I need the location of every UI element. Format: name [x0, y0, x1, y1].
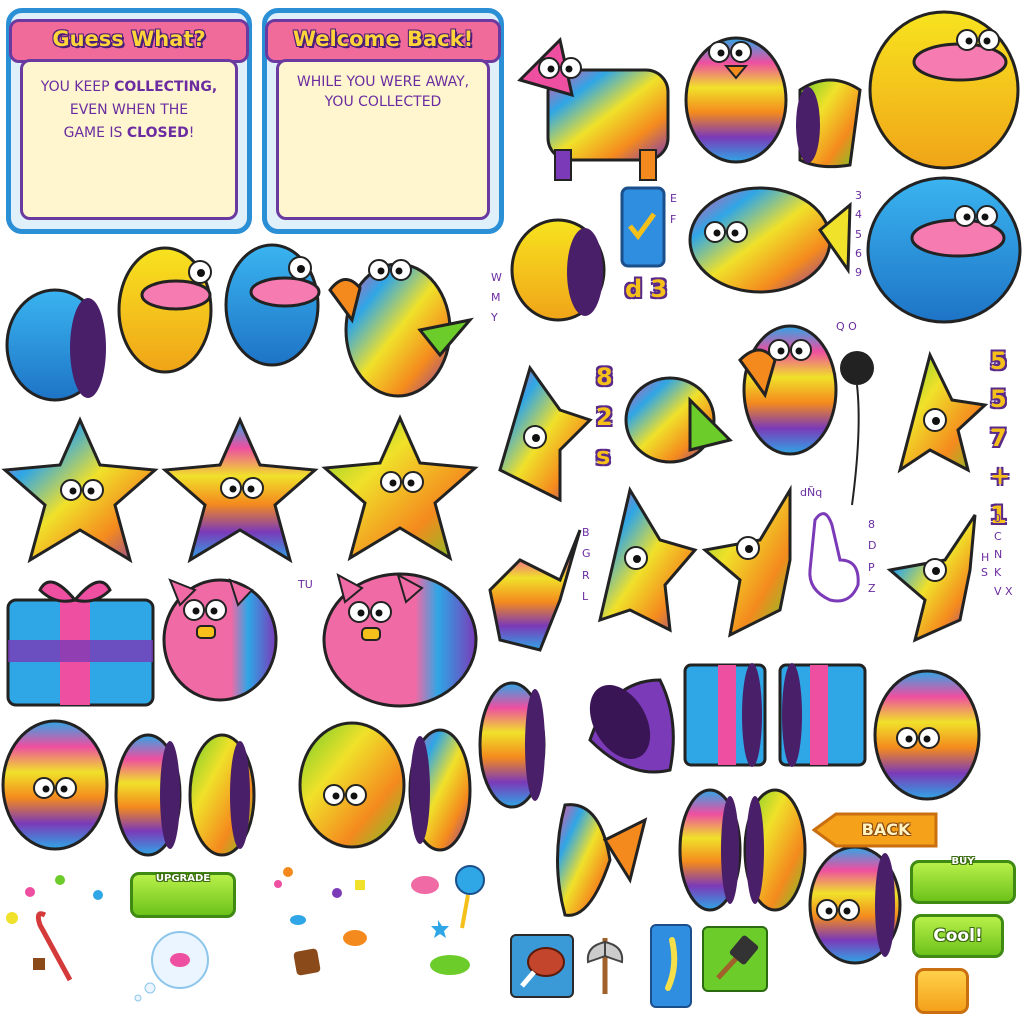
check-card-sprite	[620, 186, 666, 268]
back-button[interactable]: BACK	[812, 812, 940, 848]
parrot-beak-pinata-sprite	[738, 324, 838, 456]
hammer-icon	[716, 935, 759, 980]
glyph-qo: Q O	[836, 320, 857, 333]
glyph-col-bgrl: BGRL	[582, 526, 591, 604]
blue-egg-half-sprite	[478, 681, 546, 809]
candy-scatter-left	[6, 875, 103, 982]
star-half-blue-sprite	[488, 529, 582, 652]
buy-button[interactable]: BUY	[910, 856, 1016, 904]
star-pinata-pink-sprite	[1, 416, 159, 564]
blue-blob-half-pinata-sprite	[224, 243, 321, 367]
buy-button-label: BUY	[951, 856, 975, 867]
meat-tile[interactable]	[510, 934, 574, 998]
yellow-blob-pinata-sprite	[868, 10, 1020, 170]
star-pinata-orange-sprite	[161, 416, 319, 564]
star-half-green-sprite	[897, 350, 989, 474]
star-pinata-green-sprite	[321, 414, 479, 562]
blue-half-pinata-sprite	[5, 288, 106, 402]
pig-pinata-sprite	[322, 572, 478, 708]
lightning-icon	[665, 937, 678, 991]
glyph-tu: TU	[298, 578, 313, 591]
glyph-col-ef: EF	[670, 192, 677, 227]
cool-button[interactable]: Cool!	[912, 914, 1004, 958]
candy-bubble-sprite	[134, 931, 209, 1002]
bird-pinata-green-sprite	[624, 376, 733, 464]
egg-half-green-sprite	[188, 733, 256, 857]
glyph-col-34569: 34569	[855, 189, 862, 279]
gift-box-pinata-sprite	[6, 580, 155, 707]
egg-pinata-green-sprite	[298, 721, 406, 849]
axe-icon	[580, 932, 630, 998]
glyph-col-0cnkvx: 0CNKV X	[994, 512, 1013, 598]
egg-pinata-pink-sprite	[873, 669, 981, 801]
upgrade-button[interactable]: UPGRADE	[130, 872, 236, 918]
blue-blob-pinata-sprite	[866, 176, 1022, 324]
candy-scatter-middle	[274, 867, 367, 976]
star-half-pink-sprite	[498, 364, 593, 503]
pig-pinata-half-sprite	[162, 578, 278, 702]
glyph-dnq: dÑq	[800, 486, 823, 499]
star-half-yellow-sprite	[597, 486, 698, 633]
blue-bird-pinata-sprite	[684, 36, 788, 164]
meat-icon	[520, 947, 565, 988]
glyph-col-82s: 82s	[596, 363, 613, 471]
fish-half-sprite	[556, 803, 648, 917]
lightning-card[interactable]	[650, 924, 692, 1008]
llama-pinata-sprite	[517, 36, 670, 181]
star-half-rainbow-sprite	[886, 514, 977, 643]
star-half-green-2-sprite	[701, 484, 792, 638]
glyph-col-8dpz: 8DPZ	[868, 518, 877, 596]
glyph-col-wmy: WMY	[491, 271, 502, 324]
egg-pinata-orange-sprite	[1, 719, 109, 851]
hammer-tile[interactable]	[702, 926, 768, 992]
bomb-balloon-sprite	[840, 351, 874, 506]
blue-bird-half-sprite	[808, 845, 902, 965]
upgrade-button-label: UPGRADE	[155, 873, 211, 884]
fish-pinata-sprite	[688, 186, 852, 294]
parrot-pinata-sprite	[328, 259, 474, 398]
cool-button-label: Cool!	[933, 926, 983, 946]
egg-half-green-2-sprite	[743, 788, 807, 912]
egg-half-pink-sprite	[408, 728, 472, 852]
glyph-big-d3: d 3	[625, 275, 668, 303]
bird-half-pinata-sprite	[796, 78, 862, 169]
gift-box-open-sprite	[683, 663, 867, 767]
blank-orange-button[interactable]	[915, 968, 969, 1014]
glyph-col-hs: HS	[981, 551, 990, 580]
egg-half-orange-sprite	[114, 733, 182, 857]
pointing-hand-sprite	[808, 512, 860, 603]
purple-shell-sprite	[588, 678, 675, 774]
lollipop-sprite	[411, 865, 485, 975]
egg-half-yellow-sprite	[678, 788, 742, 912]
glyph-col-5575: 5 5 7 +1	[990, 347, 1011, 529]
yellow-shell-half-sprite	[510, 218, 606, 322]
back-button-label: BACK	[861, 820, 911, 839]
yellow-half-pinata-sprite	[117, 246, 213, 374]
sprite-sheet	[1, 10, 1022, 1002]
